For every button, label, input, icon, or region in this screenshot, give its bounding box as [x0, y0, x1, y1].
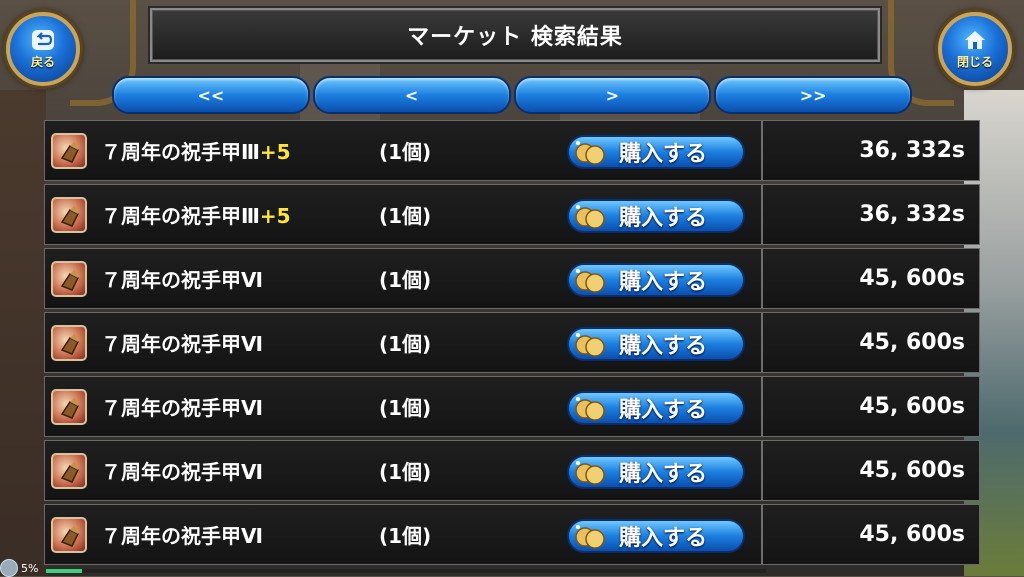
item-name: ７周年の祝手甲Ⅵ [101, 268, 263, 292]
page-title: マーケット 検索結果 [407, 25, 623, 50]
progress-fill [46, 569, 82, 573]
item-price: 36, 332s [859, 138, 965, 163]
item-price: 45, 600s [859, 522, 965, 547]
item-name: ７周年の祝手甲Ⅵ [101, 332, 263, 356]
buy-button[interactable]: 購入する [567, 327, 745, 361]
gauntlet-icon [51, 388, 87, 425]
coin-icon [575, 397, 605, 421]
list-item: ７周年の祝手甲Ⅵ (1個) 購入する 45, 600s [44, 504, 980, 565]
search-result-list: ７周年の祝手甲Ⅲ+5 (1個) 購入する 36, 332s ７周年の祝手甲Ⅲ+5… [44, 120, 980, 576]
item-quantity: (1個) [379, 204, 432, 228]
buy-button[interactable]: 購入する [567, 135, 745, 169]
list-item: ７周年の祝手甲Ⅵ (1個) 購入する 45, 600s [44, 248, 980, 309]
home-icon [965, 31, 985, 49]
buy-button-label: 購入する [619, 398, 708, 423]
gauntlet-icon [51, 196, 87, 233]
back-arrow-icon [32, 30, 54, 50]
item-quantity: (1個) [379, 268, 432, 292]
item-name: ７周年の祝手甲Ⅵ [101, 524, 263, 548]
buy-button-label: 購入する [619, 526, 708, 551]
gauntlet-icon [51, 516, 87, 553]
item-name: ７周年の祝手甲Ⅵ [101, 460, 263, 484]
item-quantity: (1個) [379, 332, 432, 356]
item-price: 45, 600s [859, 394, 965, 419]
list-item: ７周年の祝手甲Ⅲ+5 (1個) 購入する 36, 332s [44, 184, 980, 245]
coin-icon [575, 333, 605, 357]
item-price: 36, 332s [859, 202, 965, 227]
first-page-button[interactable]: << [112, 76, 310, 114]
title-bar: マーケット 検索結果 [150, 8, 880, 62]
buy-button-label: 購入する [619, 206, 708, 231]
gauntlet-icon [51, 260, 87, 297]
item-price: 45, 600s [859, 458, 965, 483]
item-price: 45, 600s [859, 266, 965, 291]
item-name: ７周年の祝手甲Ⅲ+5 [101, 204, 291, 228]
column-divider [761, 121, 763, 180]
last-page-button[interactable]: >> [714, 76, 912, 114]
coin-icon [575, 269, 605, 293]
pagination: << < > >> [112, 76, 912, 114]
column-divider [761, 185, 763, 244]
item-name: ７周年の祝手甲Ⅵ [101, 396, 263, 420]
buy-button[interactable]: 購入する [567, 519, 745, 553]
gauntlet-icon [51, 452, 87, 489]
status-percent: 5% [21, 561, 39, 575]
buy-button[interactable]: 購入する [567, 391, 745, 425]
column-divider [761, 505, 763, 564]
list-item: ７周年の祝手甲Ⅵ (1個) 購入する 45, 600s [44, 376, 980, 437]
buy-button-label: 購入する [619, 142, 708, 167]
back-button[interactable]: 戻る [6, 12, 80, 86]
coin-icon [575, 141, 605, 165]
column-divider [761, 377, 763, 436]
item-quantity: (1個) [379, 460, 432, 484]
buy-button[interactable]: 購入する [567, 199, 745, 233]
buy-button[interactable]: 購入する [567, 455, 745, 489]
list-item: ７周年の祝手甲Ⅲ+5 (1個) 購入する 36, 332s [44, 120, 980, 181]
list-item: ７周年の祝手甲Ⅵ (1個) 購入する 45, 600s [44, 440, 980, 501]
buy-button-label: 購入する [619, 334, 708, 359]
item-plus-value: +5 [259, 204, 291, 228]
close-button[interactable]: 閉じる [938, 12, 1012, 86]
gauntlet-icon [51, 132, 87, 169]
gauntlet-icon [51, 324, 87, 361]
coin-icon [575, 461, 605, 485]
column-divider [761, 441, 763, 500]
progress-bar [46, 569, 766, 573]
item-plus-value: +5 [259, 140, 291, 164]
next-page-button[interactable]: > [513, 76, 712, 114]
item-price: 45, 600s [859, 330, 965, 355]
close-button-label: 閉じる [956, 55, 993, 69]
column-divider [761, 249, 763, 308]
coin-icon [575, 525, 605, 549]
buy-button[interactable]: 購入する [567, 263, 745, 297]
list-item: ７周年の祝手甲Ⅵ (1個) 購入する 45, 600s [44, 312, 980, 373]
status-indicator: 5% [0, 559, 160, 577]
item-quantity: (1個) [379, 524, 432, 548]
item-quantity: (1個) [379, 396, 432, 420]
buy-button-label: 購入する [619, 270, 708, 295]
buy-button-label: 購入する [619, 462, 708, 487]
prev-page-button[interactable]: < [312, 76, 511, 114]
item-quantity: (1個) [379, 140, 432, 164]
back-button-label: 戻る [30, 55, 55, 69]
column-divider [761, 313, 763, 372]
item-name: ７周年の祝手甲Ⅲ+5 [101, 140, 291, 164]
background-wall-left [0, 90, 46, 576]
status-icon [0, 559, 18, 577]
coin-icon [575, 205, 605, 229]
